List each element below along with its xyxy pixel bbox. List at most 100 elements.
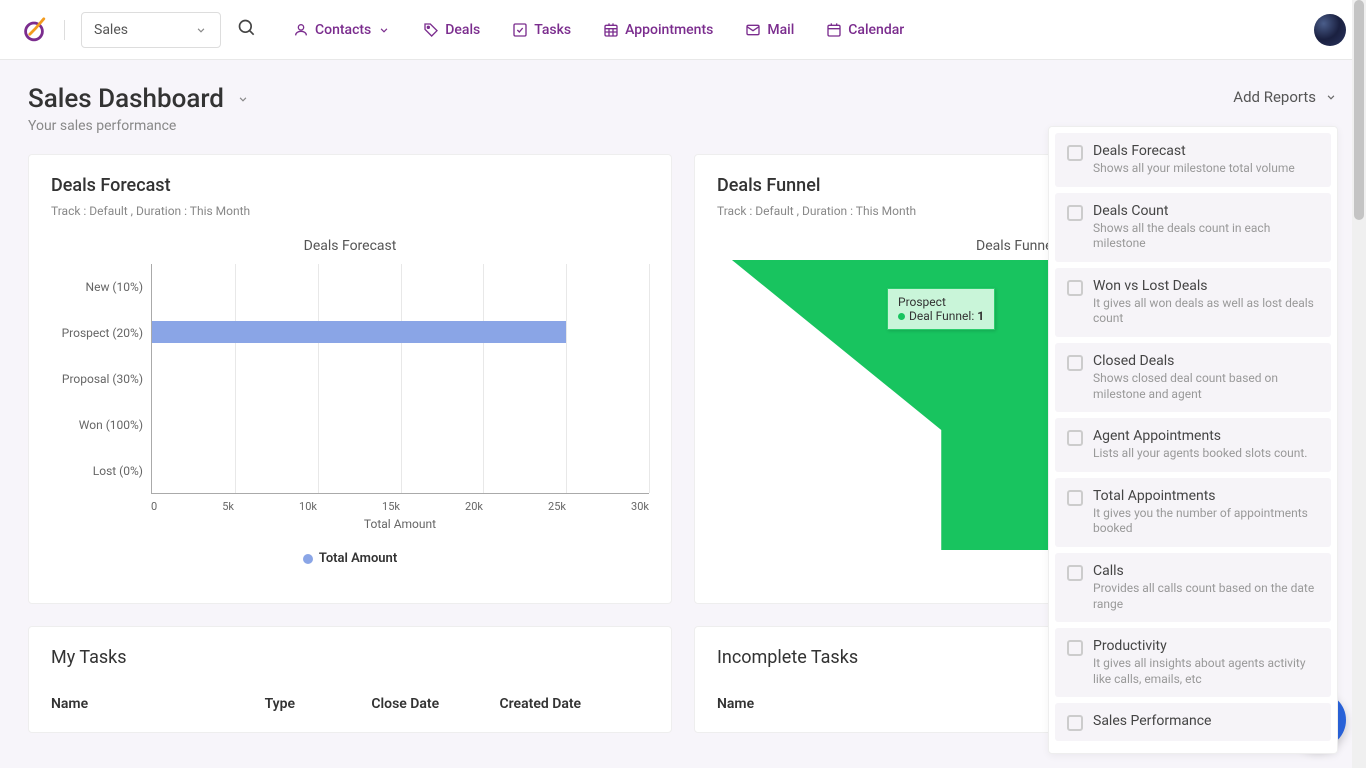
checkbox[interactable] (1067, 355, 1083, 371)
table-header: Name Type Close Date Created Date (51, 696, 649, 712)
checkbox[interactable] (1067, 565, 1083, 581)
report-name: Total Appointments (1093, 488, 1319, 504)
x-tick-label: 10k (299, 500, 317, 513)
search-icon[interactable] (237, 18, 257, 42)
add-reports-dropdown: Deals Forecast Shows all your milestone t… (1048, 126, 1338, 754)
report-option[interactable]: Calls Provides all calls count based on t… (1055, 553, 1331, 622)
report-name: Agent Appointments (1093, 428, 1319, 444)
nav-deals[interactable]: Deals (423, 22, 480, 38)
page-subtitle: Your sales performance (28, 118, 250, 134)
tag-icon (423, 22, 439, 38)
report-desc: Provides all calls count based on the da… (1093, 581, 1319, 612)
tooltip-stage: Prospect (898, 295, 984, 309)
report-desc: It gives all insights about agents activ… (1093, 656, 1319, 687)
nav-label: Mail (767, 22, 794, 38)
checkbox[interactable] (1067, 205, 1083, 221)
forecast-chart: Deals Forecast New (10%)Prospect (20%)Pr… (51, 238, 649, 566)
app-logo (20, 16, 48, 44)
main-nav: Contacts Deals Tasks Appointments Mail Calend… (293, 22, 904, 38)
chart-plot-area (151, 264, 649, 494)
report-desc: Shows closed deal count based on milesto… (1093, 371, 1319, 402)
x-tick-label: 0 (151, 500, 157, 513)
chart-x-ticks: 05k10k15k20k25k30k (151, 500, 649, 513)
tooltip-series: Deal Funnel: (909, 309, 974, 323)
page-body: Sales Dashboard Your sales performance A… (0, 60, 1366, 757)
gridline (566, 264, 567, 493)
y-category-label: New (10%) (51, 280, 143, 294)
report-option[interactable]: Deals Forecast Shows all your milestone t… (1055, 133, 1331, 187)
checkbox[interactable] (1067, 430, 1083, 446)
tooltip-value: 1 (977, 309, 984, 323)
x-tick-label: 15k (382, 500, 400, 513)
gridline (235, 264, 236, 493)
nav-label: Contacts (315, 22, 371, 38)
checkbox[interactable] (1067, 145, 1083, 161)
report-desc: Lists all your agents booked slots count… (1093, 446, 1319, 462)
add-reports-button[interactable]: Add Reports (1233, 88, 1338, 106)
legend-label: Total Amount (319, 551, 397, 566)
y-category-label: Won (100%) (51, 418, 143, 432)
deals-forecast-card: Deals Forecast Track : Default , Duratio… (28, 154, 672, 604)
x-tick-label: 25k (548, 500, 566, 513)
contact-icon (293, 22, 309, 38)
add-reports-label: Add Reports (1233, 88, 1316, 106)
tooltip-dot (898, 313, 905, 320)
nav-contacts[interactable]: Contacts (293, 22, 391, 38)
page-header: Sales Dashboard Your sales performance A… (28, 84, 1338, 134)
top-bar: Sales Contacts Deals Tasks Appointments Mail… (0, 0, 1366, 60)
checkbox[interactable] (1067, 640, 1083, 656)
report-name: Productivity (1093, 638, 1319, 654)
nav-calendar[interactable]: Calendar (826, 22, 904, 38)
checkbox[interactable] (1067, 490, 1083, 506)
report-name: Deals Count (1093, 203, 1319, 219)
user-avatar[interactable] (1314, 14, 1346, 46)
checkbox[interactable] (1067, 715, 1083, 731)
chart-x-label: Total Amount (151, 517, 649, 531)
report-name: Sales Performance (1093, 713, 1319, 729)
chevron-down-icon (1324, 90, 1338, 104)
nav-tasks[interactable]: Tasks (512, 22, 571, 38)
report-option[interactable]: Productivity It gives all insights about … (1055, 628, 1331, 697)
gridline (483, 264, 484, 493)
legend-dot (303, 554, 313, 564)
gridline (401, 264, 402, 493)
report-name: Calls (1093, 563, 1319, 579)
funnel-tooltip: Prospect Deal Funnel: 1 (887, 288, 995, 330)
report-name: Closed Deals (1093, 353, 1319, 369)
nav-label: Deals (445, 22, 480, 38)
module-selector[interactable]: Sales (81, 12, 221, 48)
chevron-down-icon (194, 23, 208, 37)
gridline (318, 264, 319, 493)
report-desc: It gives all won deals as well as lost d… (1093, 296, 1319, 327)
nav-mail[interactable]: Mail (745, 22, 794, 38)
col-created-date: Created Date (500, 696, 650, 712)
report-name: Won vs Lost Deals (1093, 278, 1319, 294)
page-title: Sales Dashboard (28, 84, 250, 114)
envelope-icon (745, 22, 761, 38)
module-selected-label: Sales (94, 22, 128, 38)
report-desc: Shows all your milestone total volume (1093, 161, 1319, 177)
report-name: Deals Forecast (1093, 143, 1319, 159)
nav-label: Tasks (534, 22, 571, 38)
report-option[interactable]: Sales Performance (1055, 703, 1331, 741)
report-option[interactable]: Total Appointments It gives you the numbe… (1055, 478, 1331, 547)
report-option[interactable]: Agent Appointments Lists all your agents … (1055, 418, 1331, 472)
scrollbar[interactable] (1352, 0, 1366, 768)
chevron-down-icon (377, 23, 391, 37)
scroll-thumb[interactable] (1354, 0, 1364, 220)
page-title-text: Sales Dashboard (28, 84, 224, 114)
card-meta: Track : Default , Duration : This Month (51, 204, 649, 218)
gridline (649, 264, 650, 493)
chevron-down-icon[interactable] (236, 92, 250, 106)
checkbox-icon (512, 22, 528, 38)
report-desc: It gives you the number of appointments … (1093, 506, 1319, 537)
bar (152, 321, 566, 343)
checkbox[interactable] (1067, 280, 1083, 296)
col-name: Name (51, 696, 265, 712)
my-tasks-card: My Tasks Name Type Close Date Created Da… (28, 626, 672, 733)
col-close-date: Close Date (371, 696, 499, 712)
report-option[interactable]: Deals CountShows all the deals count in … (1055, 193, 1331, 262)
report-option[interactable]: Won vs Lost Deals It gives all won deals … (1055, 268, 1331, 337)
nav-appointments[interactable]: Appointments (603, 22, 713, 38)
report-option[interactable]: Closed Deals Shows closed deal count base… (1055, 343, 1331, 412)
